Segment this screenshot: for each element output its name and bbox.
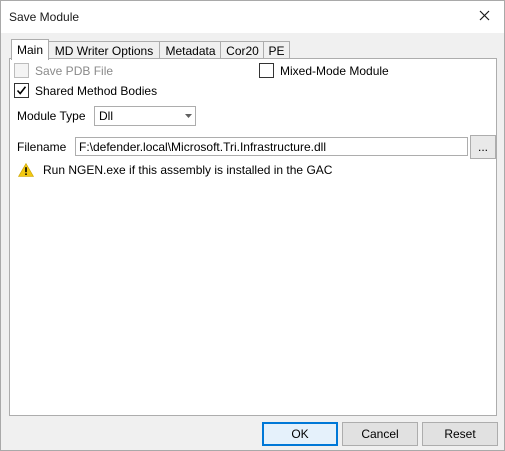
window-title: Save Module (9, 10, 80, 24)
save-pdb-label: Save PDB File (35, 63, 114, 78)
module-type-label: Module Type (17, 109, 86, 123)
reset-button-label: Reset (444, 427, 476, 441)
main-tab-panel: Save PDB File Mixed-Mode Module Shared M… (9, 58, 497, 416)
save-module-dialog: Save Module Main MD Writer Options Metad… (0, 0, 505, 451)
tab-pe[interactable]: PE (263, 41, 290, 59)
cancel-button[interactable]: Cancel (342, 422, 418, 446)
filename-value: F:\defender.local\Microsoft.Tri.Infrastr… (79, 139, 326, 154)
tab-cor20-label: Cor20 (226, 43, 259, 58)
save-pdb-checkbox[interactable] (14, 63, 29, 78)
tab-md-writer-options-label: MD Writer Options (54, 43, 154, 58)
tab-metadata-label: Metadata (165, 43, 216, 58)
tab-main-label: Main (16, 43, 43, 57)
close-icon (479, 10, 490, 24)
ok-button[interactable]: OK (262, 422, 338, 446)
mixed-mode-option: Mixed-Mode Module (259, 63, 389, 78)
ok-button-label: OK (291, 427, 309, 441)
module-type-value: Dll (99, 109, 113, 123)
filename-input[interactable]: F:\defender.local\Microsoft.Tri.Infrastr… (75, 137, 468, 156)
shared-method-bodies-checkbox[interactable] (14, 83, 29, 98)
filename-label: Filename (17, 140, 67, 154)
shared-method-bodies-option: Shared Method Bodies (14, 83, 157, 98)
close-button[interactable] (464, 1, 504, 33)
save-pdb-option: Save PDB File (14, 63, 113, 78)
module-type-select[interactable]: Dll (94, 106, 196, 126)
checkmark-icon (16, 86, 27, 95)
tab-md-writer-options[interactable]: MD Writer Options (47, 41, 161, 59)
tab-cor20[interactable]: Cor20 (220, 41, 265, 59)
shared-method-bodies-label: Shared Method Bodies (35, 83, 158, 98)
cancel-button-label: Cancel (361, 427, 399, 441)
warning-text: Run NGEN.exe if this assembly is install… (43, 163, 333, 177)
tab-pe-label: PE (268, 43, 285, 58)
mixed-mode-checkbox[interactable] (259, 63, 274, 78)
gac-warning: Run NGEN.exe if this assembly is install… (18, 163, 332, 177)
reset-button[interactable]: Reset (422, 422, 498, 446)
browse-button-label: ... (477, 140, 488, 154)
title-bar: Save Module (1, 1, 504, 33)
browse-button[interactable]: ... (470, 135, 496, 159)
chevron-down-icon (181, 107, 195, 125)
mixed-mode-label: Mixed-Mode Module (280, 63, 389, 78)
tab-main[interactable]: Main (11, 39, 49, 60)
warning-icon (18, 163, 34, 177)
tab-metadata[interactable]: Metadata (159, 41, 222, 59)
